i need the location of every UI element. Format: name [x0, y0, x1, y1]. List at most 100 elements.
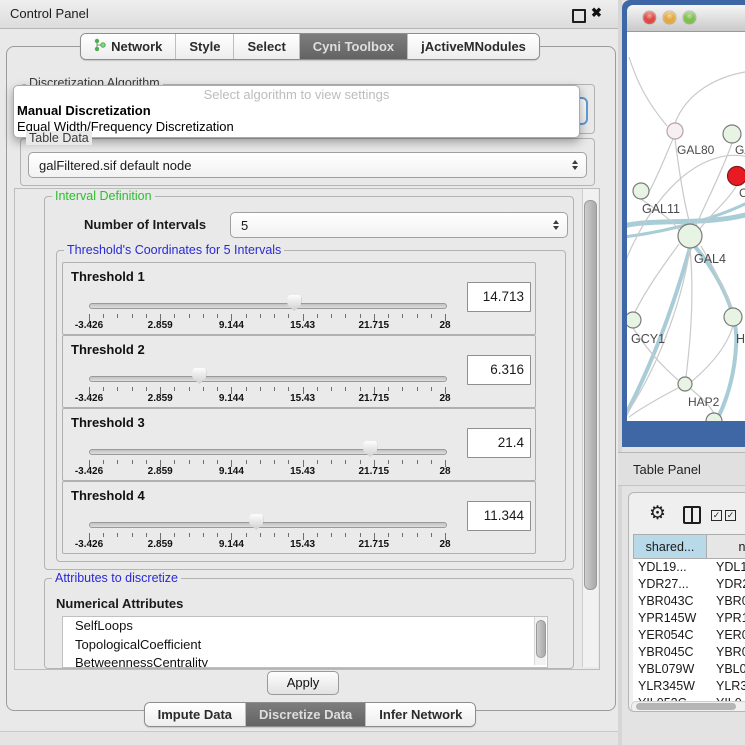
cell-name[interactable]: YLR3 [712, 678, 745, 695]
apply-button[interactable]: Apply [267, 671, 339, 695]
window-float-icon[interactable] [572, 9, 586, 23]
attribute-list-item-selfloops[interactable]: SelfLoops [63, 617, 547, 636]
slider-tick [274, 533, 275, 537]
slider-tick [402, 314, 403, 318]
network-node-gal80[interactable] [667, 123, 683, 139]
table-row[interactable]: YLR345WYLR3 [633, 678, 745, 695]
table-row[interactable]: YBR043CYBR0 [633, 593, 745, 610]
tab-impute-data[interactable]: Impute Data [145, 703, 246, 726]
tab-style[interactable]: Style [176, 34, 234, 59]
network-node-h[interactable] [724, 308, 742, 326]
attribute-list-item-topologicalcoefficient[interactable]: TopologicalCoefficient [63, 636, 547, 655]
table-row[interactable]: YDR27...YDR2 [633, 576, 745, 593]
column-header-shared-name[interactable]: shared... [633, 534, 707, 559]
network-node-gal11[interactable] [633, 183, 649, 199]
threshold-value-field[interactable]: 6.316 [467, 355, 531, 385]
checkbox-icon[interactable]: ✓ [711, 510, 722, 521]
slider-tick [417, 533, 418, 537]
slider-tick-label: 21.715 [352, 320, 396, 331]
cell-shared-name[interactable]: YPR145W [633, 610, 712, 627]
slider-track[interactable] [89, 303, 447, 309]
slider-tick [345, 460, 346, 464]
minimize-traffic-light[interactable] [663, 11, 676, 24]
dropdown-item-equal-width-frequency-discretization[interactable]: Equal Width/Frequency Discretization [14, 119, 579, 135]
threshold-value-field[interactable]: 11.344 [467, 501, 531, 531]
zoom-traffic-light[interactable] [683, 11, 696, 24]
vertical-scrollbar[interactable] [582, 189, 598, 667]
table-row[interactable]: YBR045CYBR0 [633, 644, 745, 661]
network-window-titlebar[interactable] [627, 5, 745, 32]
slider-tick-label: 9.144 [209, 539, 253, 550]
tab-cyni-toolbox[interactable]: Cyni Toolbox [300, 34, 408, 59]
table-row[interactable]: YDL19...YDL1 [633, 559, 745, 576]
threshold-row-1: Threshold 1-3.4262.8599.14415.4321.71528… [62, 262, 536, 335]
slider-track[interactable] [89, 449, 447, 455]
slider-tick [103, 460, 104, 464]
attribute-list-item-betweennesscentrality[interactable]: BetweennessCentrality [63, 654, 547, 668]
threshold-value-field[interactable]: 14.713 [467, 282, 531, 312]
slider-tick-label: 21.715 [352, 466, 396, 477]
cell-shared-name[interactable]: YBR043C [633, 593, 712, 610]
tab-network[interactable]: Network [81, 34, 176, 59]
cell-shared-name[interactable]: YBL079W [633, 661, 712, 678]
cell-shared-name[interactable]: YER054C [633, 627, 712, 644]
horizontal-scrollbar-thumb[interactable] [636, 703, 736, 710]
cell-name[interactable]: YBR0 [712, 593, 745, 610]
window-close-icon[interactable]: ✖ [591, 5, 602, 21]
slider-tick [246, 460, 247, 464]
tab-label: Network [111, 39, 162, 54]
slider-tick [274, 314, 275, 318]
cell-name[interactable]: YPR1 [712, 610, 745, 627]
panel-title: Control Panel [10, 6, 89, 21]
gear-icon[interactable]: ⚙ [649, 502, 666, 525]
cell-name[interactable]: YDL1 [712, 559, 745, 576]
tab-select[interactable]: Select [234, 34, 299, 59]
cell-shared-name[interactable]: YLR345W [633, 678, 712, 695]
network-node-c[interactable] [728, 167, 745, 186]
attributes-list-scrollbar[interactable] [534, 617, 546, 665]
slider-tick-label: 2.859 [138, 393, 182, 404]
tab-jactivemnodules[interactable]: jActiveMNodules [408, 34, 539, 59]
tab-label: Discretize Data [259, 707, 352, 722]
cell-name[interactable]: YDR2 [712, 576, 745, 593]
number-of-intervals-combo[interactable]: 5 [230, 212, 568, 238]
threshold-value-field[interactable]: 21.4 [467, 428, 531, 458]
table-row[interactable]: YBL079WYBL0 [633, 661, 745, 678]
slider-tick [360, 387, 361, 391]
cell-shared-name[interactable]: YBR045C [633, 644, 712, 661]
cell-name[interactable]: YER0 [712, 627, 745, 644]
network-node-hap2[interactable] [678, 377, 692, 391]
split-columns-icon[interactable] [683, 506, 701, 524]
dropdown-item-manual-discretization[interactable]: Manual Discretization [14, 103, 579, 119]
slider-tick [260, 460, 261, 464]
network-node-gal4[interactable] [678, 224, 702, 248]
slider-tick-label: 28 [423, 320, 467, 331]
column-header-name[interactable]: n [707, 534, 745, 559]
table-row[interactable]: YER054CYER0 [633, 627, 745, 644]
slider-track[interactable] [89, 376, 447, 382]
network-node-ga[interactable] [723, 125, 741, 143]
threshold-row-3: Threshold 3-3.4262.8599.14415.4321.71528… [62, 408, 536, 481]
attributes-scrollbar-thumb[interactable] [536, 620, 546, 658]
cell-name[interactable]: YBR0 [712, 644, 745, 661]
threshold-row-2: Threshold 2-3.4262.8599.14415.4321.71528… [62, 335, 536, 408]
numerical-attributes-list[interactable]: SelfLoopsTopologicalCoefficientBetweenne… [62, 616, 548, 668]
node-label: C [739, 186, 745, 200]
table-data-combo[interactable]: galFiltered.sif default node [28, 152, 587, 178]
cell-shared-name[interactable]: YDR27... [633, 576, 712, 593]
horizontal-scrollbar[interactable] [631, 701, 745, 712]
cell-name[interactable]: YBL0 [712, 661, 745, 678]
cell-shared-name[interactable]: YDL19... [633, 559, 712, 576]
table-row[interactable]: YPR145WYPR1 [633, 610, 745, 627]
network-node-gcy1[interactable] [627, 312, 641, 328]
close-traffic-light[interactable] [643, 11, 656, 24]
network-canvas[interactable]: GAL80GACGAL11GAL4GCY1HHAP2 [627, 32, 745, 421]
slider-track[interactable] [89, 522, 447, 528]
tab-infer-network[interactable]: Infer Network [366, 703, 475, 726]
table-header-row: shared... n [633, 534, 745, 559]
slider-tick [402, 533, 403, 537]
slider-tick [132, 387, 133, 391]
vertical-scrollbar-thumb[interactable] [584, 200, 597, 590]
tab-discretize-data[interactable]: Discretize Data [246, 703, 366, 726]
checkbox-icon[interactable]: ✓ [725, 510, 736, 521]
